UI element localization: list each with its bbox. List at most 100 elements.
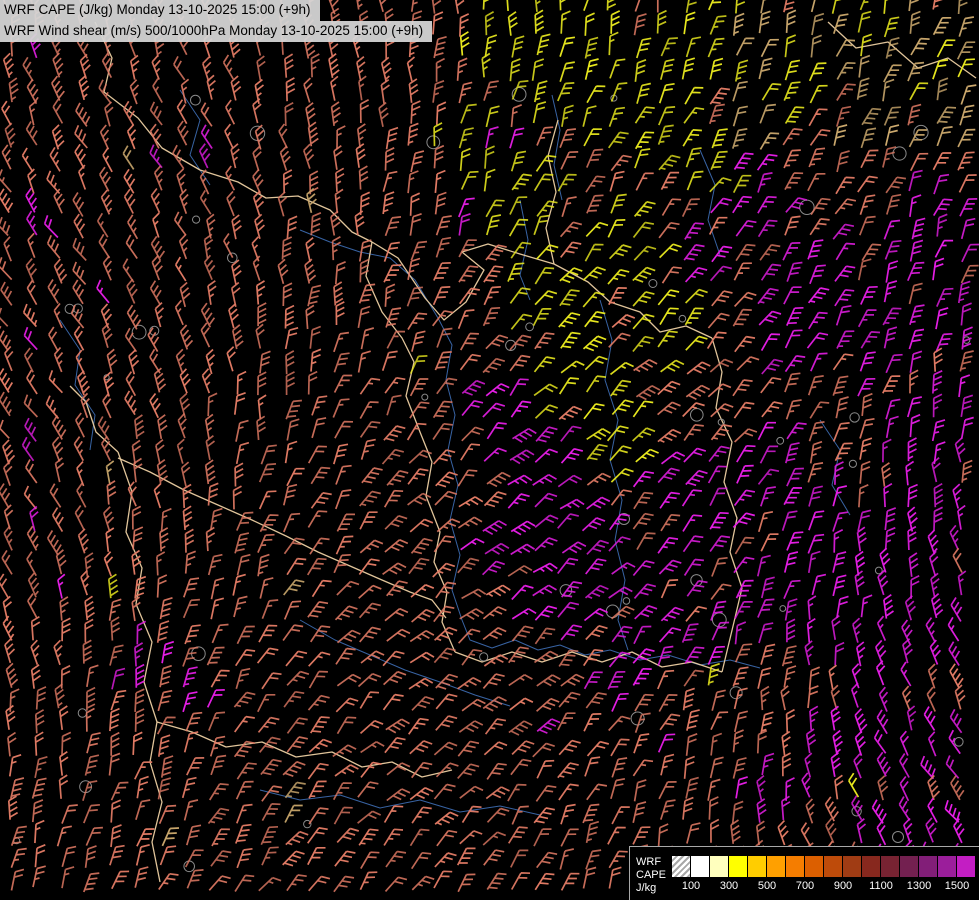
wind-barb	[906, 596, 916, 620]
wind-barb	[921, 756, 935, 779]
wind-barb	[410, 788, 433, 800]
wind-barb	[945, 800, 959, 822]
wind-barb	[834, 14, 849, 34]
wind-barb	[87, 733, 101, 753]
wind-barb	[258, 535, 275, 553]
wind-barb	[634, 360, 658, 372]
wind-barb	[837, 306, 852, 326]
wind-barb	[758, 731, 767, 754]
wind-barb	[62, 805, 78, 824]
wind-barb	[711, 757, 724, 778]
wind-barb	[256, 324, 264, 348]
wind-barb	[232, 283, 240, 307]
wind-barb	[857, 819, 865, 843]
wind-barb	[158, 621, 169, 643]
wind-barb	[336, 168, 344, 192]
wind-barb	[24, 327, 37, 349]
wind-barb	[107, 349, 117, 373]
wind-barb	[734, 758, 747, 779]
wind-barb	[335, 851, 356, 866]
wind-barb	[683, 130, 702, 146]
wind-barb	[535, 174, 554, 190]
wind-barb	[684, 536, 704, 552]
wind-barb	[938, 40, 956, 57]
wind-barb	[858, 379, 875, 396]
contour-circle	[780, 606, 786, 612]
wind-barb	[836, 177, 855, 193]
legend-swatch	[919, 856, 938, 877]
wind-barb	[687, 581, 707, 596]
wind-barb	[934, 18, 952, 35]
wind-barb	[100, 167, 110, 191]
wind-barb	[187, 758, 204, 775]
wind-barb	[33, 800, 43, 822]
wind-barb	[711, 712, 728, 730]
wind-barb	[877, 661, 885, 685]
wind-barb	[126, 235, 137, 259]
wind-barb	[610, 108, 625, 127]
wind-barb	[432, 0, 441, 14]
wind-barb	[261, 760, 282, 775]
wind-barb	[160, 806, 177, 824]
wind-barb	[711, 602, 726, 621]
wind-barb	[585, 13, 594, 36]
wind-barb	[84, 873, 100, 892]
wind-barb	[73, 262, 86, 285]
wind-barb	[886, 241, 902, 260]
wind-barb	[135, 415, 144, 439]
wind-barb	[537, 34, 550, 55]
wind-barb	[0, 392, 11, 416]
wind-barb	[584, 868, 597, 889]
wind-barb	[537, 201, 557, 216]
wind-barb	[211, 737, 225, 757]
wind-barb	[257, 416, 266, 440]
wind-barb	[411, 101, 420, 124]
wind-barb	[687, 710, 700, 731]
wind-barb	[509, 721, 532, 735]
wind-barb	[23, 57, 33, 81]
wind-barb	[562, 197, 576, 217]
wind-barb	[960, 175, 977, 192]
wind-barb	[759, 58, 772, 79]
wind-barb	[306, 238, 314, 262]
wind-barb	[808, 686, 818, 708]
wind-barb	[760, 11, 771, 33]
wind-barb	[99, 80, 111, 103]
wind-barb	[687, 823, 701, 843]
wind-barb	[304, 144, 314, 169]
wind-barb	[0, 574, 8, 598]
wind-barb	[835, 462, 844, 485]
wind-barb	[360, 540, 383, 553]
weather-map-page: WRF CAPE (J/kg) Monday 13-10-2025 15:00 …	[0, 0, 979, 900]
wind-barb	[808, 463, 823, 483]
wind-barb	[787, 710, 795, 733]
wind-barb	[809, 148, 825, 167]
wind-barb	[462, 381, 485, 395]
wind-barb	[258, 372, 266, 395]
wind-barb	[636, 386, 660, 400]
wind-barb	[587, 445, 607, 460]
wind-barb	[612, 315, 635, 328]
wind-barb	[535, 538, 557, 551]
wind-barb	[310, 538, 330, 554]
wind-barb	[462, 401, 483, 416]
wind-barb	[587, 195, 604, 213]
wind-barb	[50, 147, 60, 171]
wind-barb	[862, 109, 881, 125]
wind-barb	[762, 754, 774, 775]
wind-barb	[886, 528, 896, 550]
wind-barb	[361, 100, 369, 123]
wind-barb	[308, 848, 326, 865]
wind-barb	[783, 243, 800, 260]
wind-barb	[836, 443, 853, 460]
titlebar: WRF CAPE (J/kg) Monday 13-10-2025 15:00 …	[0, 0, 432, 42]
wind-barb	[335, 765, 358, 776]
wind-barb	[208, 393, 217, 416]
wind-barb	[787, 400, 802, 419]
wind-barb	[609, 288, 627, 305]
wind-barb	[337, 675, 360, 686]
wind-barb	[537, 245, 559, 259]
wind-barb	[928, 530, 938, 554]
wind-barb	[461, 444, 480, 460]
wind-barb	[686, 308, 704, 325]
